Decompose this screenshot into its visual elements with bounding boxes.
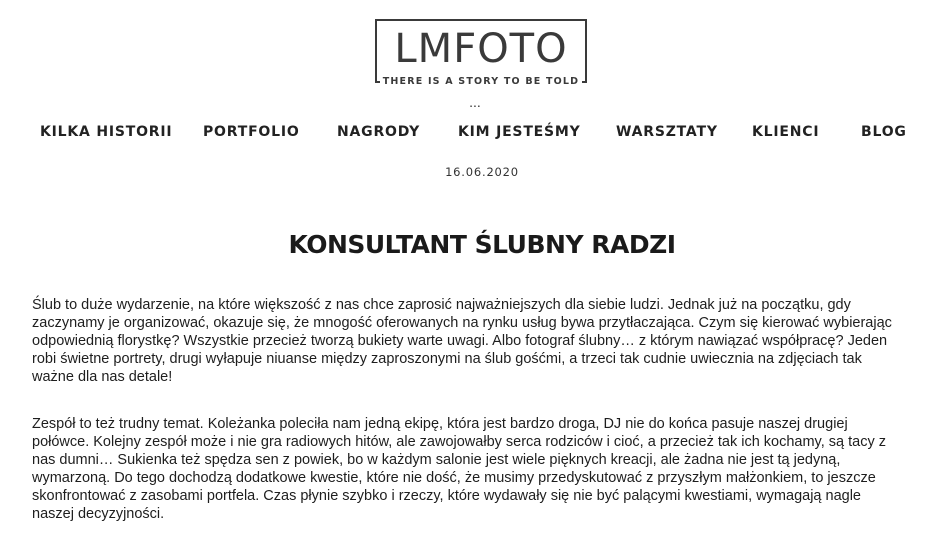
paragraph-line: robi świetne portrety, drugi wyłapuje ni…: [32, 351, 862, 367]
paragraph-line: połówce. Kolejny zespół może i nie gra r…: [32, 434, 886, 450]
article-paragraph: Zespół to też trudny temat. Koleżanka po…: [32, 415, 932, 523]
logo-wordmark: LMFOTO: [394, 26, 568, 72]
article-title: KONSULTANT ŚLUBNY RADZI: [288, 230, 676, 259]
logo-tagline-text: THERE IS A STORY TO BE TOLD: [379, 76, 583, 87]
paragraph-line: Ślub to duże wydarzenie, na które większ…: [32, 297, 851, 313]
nav-item-klienci[interactable]: KLIENCI: [752, 122, 819, 142]
site-logo[interactable]: LMFOTO THERE IS A STORY TO BE TOLD: [375, 19, 587, 87]
paragraph-line: naszej decyzyjności.: [32, 506, 165, 522]
paragraph-line: ważne dla nas detale!: [32, 369, 173, 385]
paragraph-line: Zespół to też trudny temat. Koleżanka po…: [32, 416, 848, 432]
main-nav: KILKA HISTORII PORTFOLIO NAGRODY KIM JES…: [0, 122, 950, 142]
paragraph-line: zaczynamy je organizować, okazuje się, ż…: [32, 315, 892, 331]
nav-item-warsztaty[interactable]: WARSZTATY: [616, 122, 718, 142]
paragraph-line: nas dumni… Sukienka też spędza sen z pow…: [32, 452, 841, 468]
nav-item-nagrody[interactable]: NAGRODY: [337, 122, 420, 142]
paragraph-line: skonfrontować z zasobami portfela. Czas …: [32, 488, 861, 504]
nav-item-portfolio[interactable]: PORTFOLIO: [203, 122, 300, 142]
logo-tagline: THERE IS A STORY TO BE TOLD: [379, 76, 583, 88]
nav-item-kilka-historii[interactable]: KILKA HISTORII: [40, 122, 172, 142]
nav-item-blog[interactable]: BLOG: [861, 122, 907, 142]
nav-item-kim-jestesmy[interactable]: KIM JESTEŚMY: [458, 122, 581, 142]
article-paragraph: Ślub to duże wydarzenie, na które większ…: [32, 296, 932, 386]
paragraph-line: odpowiednią florystkę? Wszystkie przecie…: [32, 333, 888, 349]
paragraph-line: wymarzoną. Do tego dochodzą dodatkowe kw…: [32, 470, 876, 486]
header-ellipsis: ...: [469, 94, 481, 110]
article-date: 16.06.2020: [445, 165, 519, 179]
